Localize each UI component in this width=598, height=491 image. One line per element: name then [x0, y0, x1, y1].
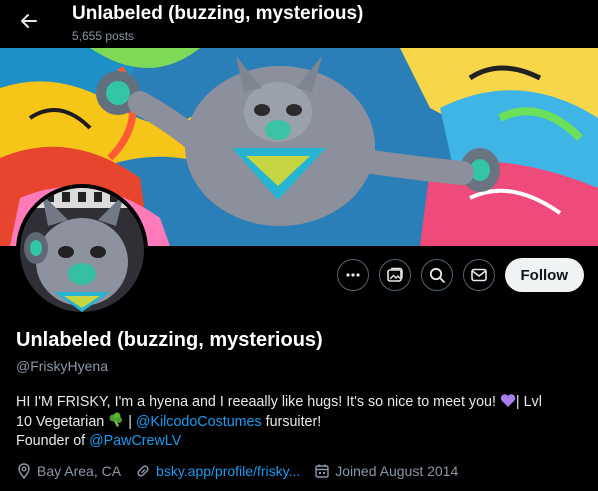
calendar-icon — [315, 464, 329, 478]
handle: @FriskyHyena — [16, 358, 109, 374]
bio-text: fursuiter! — [261, 414, 322, 430]
bio-line-3: Founder of @PawCrewLV — [16, 432, 584, 451]
website-link[interactable]: bsky.app/profile/frisky... — [156, 463, 300, 479]
follow-button[interactable]: Follow — [504, 258, 584, 292]
more-icon — [345, 273, 360, 277]
bio-text: HI I'M FRISKY, I'm a hyena and I reeaall… — [16, 394, 500, 410]
back-arrow-icon — [21, 14, 37, 28]
bio-text: Founder of — [16, 433, 90, 449]
profile-actions: Follow — [336, 258, 584, 292]
mention-link-pawcrew[interactable]: @PawCrewLV — [89, 433, 181, 449]
bio-line-2: 10 Vegetarian | @KilcodoCostumes fursuit… — [16, 412, 584, 432]
bio-text: 10 Vegetarian — [16, 414, 109, 430]
media-icon — [386, 267, 403, 282]
avatar[interactable] — [16, 184, 148, 316]
purple-heart-icon — [500, 394, 516, 407]
search-icon — [429, 267, 445, 283]
website: bsky.app/profile/frisky... — [135, 463, 300, 479]
bio-line-1: HI I'M FRISKY, I'm a hyena and I reeaall… — [16, 393, 584, 412]
media-button[interactable] — [378, 259, 411, 291]
location-pin-icon — [18, 463, 30, 479]
joined-text: Joined August 2014 — [335, 463, 459, 479]
bio-text: | Lvl — [515, 394, 542, 410]
message-icon — [470, 268, 487, 282]
top-bar: Unlabeled (buzzing, mysterious) 5,655 po… — [0, 0, 598, 48]
broccoli-icon — [109, 412, 123, 427]
mention-link-kilcodo[interactable]: @KilcodoCostumes — [136, 414, 262, 430]
back-button[interactable] — [14, 6, 44, 36]
display-name: Unlabeled (buzzing, mysterious) — [16, 329, 323, 351]
search-button[interactable] — [420, 259, 453, 291]
more-options-button[interactable] — [336, 259, 369, 291]
location: Bay Area, CA — [16, 463, 121, 479]
joined-date: Joined August 2014 — [314, 463, 458, 479]
bio-text: | — [124, 414, 136, 430]
page-title: Unlabeled (buzzing, mysterious) — [72, 3, 364, 24]
profile-meta: Bay Area, CA bsky.app/profile/frisky... … — [16, 463, 472, 479]
bio: HI I'M FRISKY, I'm a hyena and I reeaall… — [16, 393, 584, 451]
location-text: Bay Area, CA — [37, 463, 122, 479]
post-count: 5,655 posts — [72, 29, 135, 43]
message-button[interactable] — [462, 259, 495, 291]
link-icon — [137, 465, 149, 477]
